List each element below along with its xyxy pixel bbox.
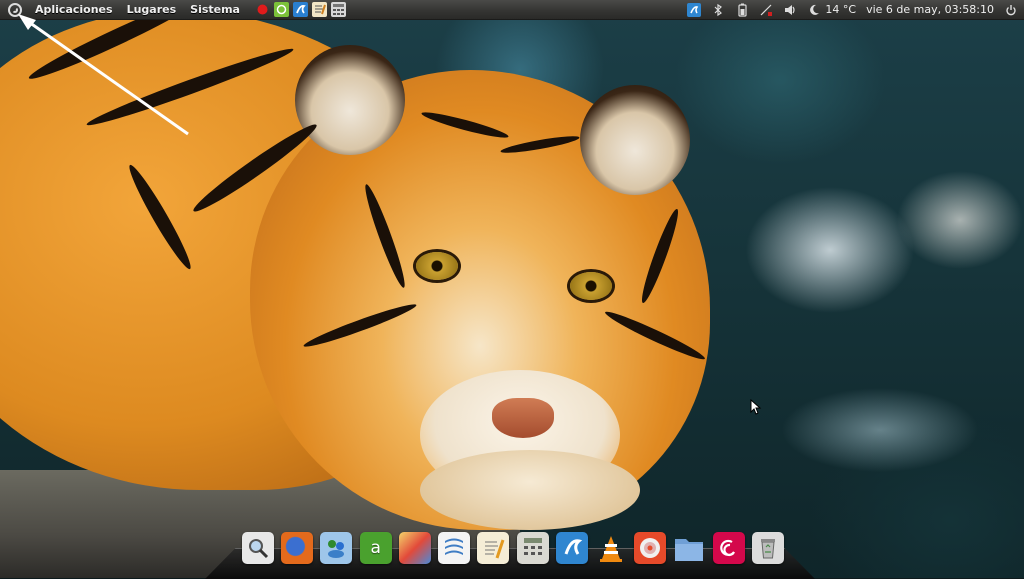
- top-panel: Aplicaciones Lugares Sistema 14 °C vie 6…: [0, 0, 1024, 20]
- ubuntu-one-tray-icon[interactable]: [687, 2, 702, 17]
- clock[interactable]: vie 6 de may, 03:58:10: [866, 3, 994, 16]
- wallpaper-tiger-eye-right: [570, 272, 612, 300]
- dock: a: [236, 526, 790, 564]
- wallpaper-tiger-ear-right: [580, 85, 690, 195]
- ubuntu-one-icon[interactable]: [555, 532, 588, 564]
- wallpaper-tiger-ear-left: [295, 45, 405, 155]
- wallpaper-tiger-eye-left: [416, 252, 458, 280]
- battery-icon[interactable]: [735, 3, 749, 17]
- moon-weather-icon: [807, 3, 821, 17]
- menu-sistema[interactable]: Sistema: [189, 3, 241, 16]
- wallpaper-tiger-paw: [420, 450, 640, 530]
- vlc-icon[interactable]: [595, 532, 627, 564]
- search-icon[interactable]: [242, 532, 274, 564]
- panel-launchers: [255, 2, 346, 17]
- debian-icon[interactable]: [712, 532, 745, 564]
- volume-icon[interactable]: [783, 3, 797, 17]
- mouse-cursor-icon: [750, 399, 762, 415]
- system-tray: 14 °C vie 6 de may, 03:58:10: [687, 2, 1018, 17]
- trash-icon[interactable]: [751, 532, 784, 564]
- menu-lugares[interactable]: Lugares: [126, 3, 178, 16]
- paint-icon[interactable]: [398, 532, 431, 564]
- text-editor-icon[interactable]: [311, 2, 327, 17]
- wallpaper-tiger-nose: [492, 398, 554, 438]
- bluetooth-icon[interactable]: [711, 3, 725, 17]
- calculator-icon[interactable]: [330, 2, 346, 17]
- app-icon[interactable]: [292, 2, 308, 17]
- amsn-icon[interactable]: a: [359, 532, 392, 564]
- record-icon[interactable]: [255, 2, 270, 17]
- messenger-icon[interactable]: [320, 532, 353, 564]
- power-icon[interactable]: [1004, 3, 1018, 17]
- desktop-wallpaper: [0, 0, 1024, 578]
- game-icon[interactable]: [273, 2, 289, 17]
- firefox-icon[interactable]: [281, 532, 314, 564]
- folder-icon[interactable]: [673, 532, 705, 564]
- disc-burner-icon[interactable]: [634, 532, 667, 564]
- network-disconnected-icon[interactable]: [759, 3, 773, 17]
- menu-aplicaciones[interactable]: Aplicaciones: [34, 3, 114, 16]
- ubuntu-logo-icon[interactable]: [8, 2, 22, 17]
- writer-icon[interactable]: [438, 532, 471, 564]
- weather-temperature[interactable]: 14 °C: [825, 3, 856, 16]
- calculator-icon[interactable]: [516, 532, 549, 564]
- text-editor-icon[interactable]: [477, 532, 510, 564]
